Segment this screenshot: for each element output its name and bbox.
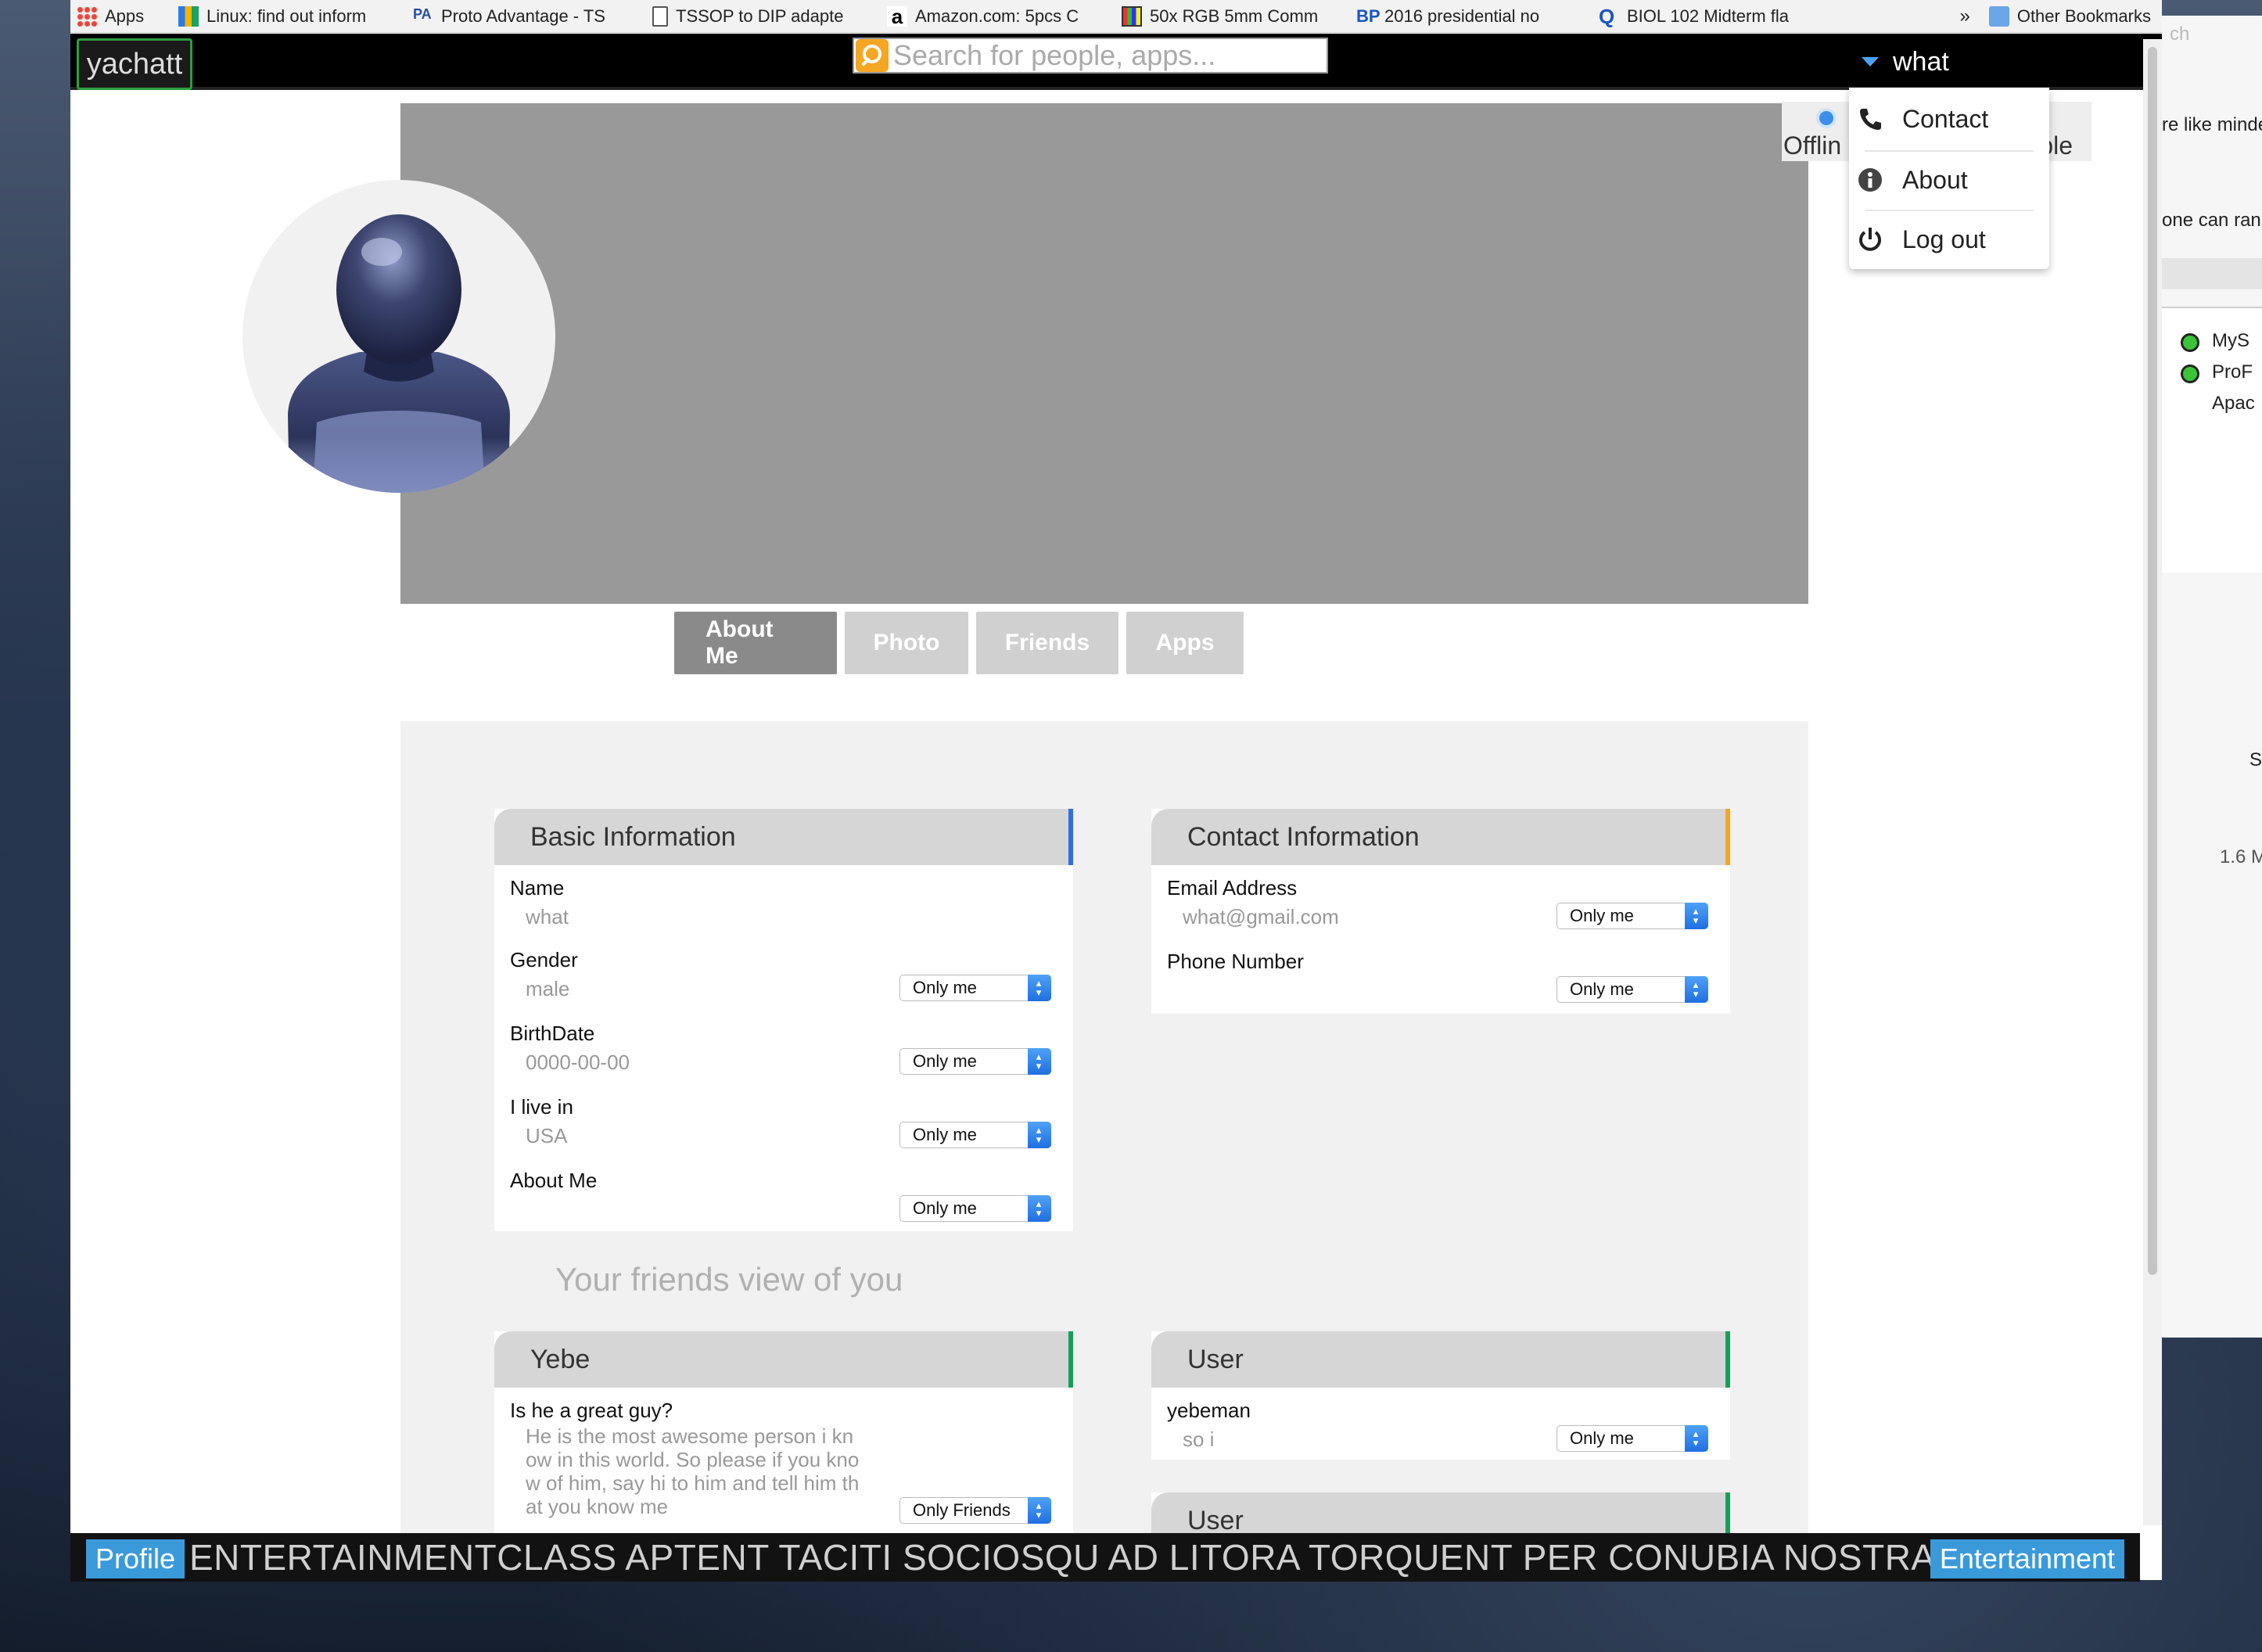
select-arrows-icon: ▴ ▾ xyxy=(1036,977,1042,998)
apps-grid-icon xyxy=(77,5,97,27)
tab-photo[interactable]: Photo xyxy=(845,612,968,674)
status-text: Offlin xyxy=(1783,131,1842,160)
bg-window-text: ProF xyxy=(2212,361,2253,382)
default-user-icon xyxy=(288,214,510,493)
card-title: Basic Information xyxy=(494,809,1073,865)
field-phone: Phone Number xyxy=(1167,950,1304,973)
caret-down-icon xyxy=(1862,57,1879,66)
bookmark-apps[interactable]: Apps xyxy=(70,0,172,33)
user-menu-toggle[interactable]: what xyxy=(1862,43,1949,81)
bg-window-text: one can rank xyxy=(2162,210,2262,231)
folder-icon xyxy=(1988,5,2009,27)
search-input[interactable] xyxy=(893,39,1316,72)
bookmark-biol[interactable]: Q BIOL 102 Midterm fla xyxy=(1592,0,1811,33)
friend-card-user: User yebeman so i Only me ▴ ▾ xyxy=(1151,1331,1730,1460)
background-window: ch re like minde one can rank MyS ProF A… xyxy=(2162,16,2262,1338)
search-icon[interactable] xyxy=(856,39,889,72)
pa-icon: PA xyxy=(413,5,432,22)
card-title: Yebe xyxy=(494,1331,1073,1388)
select-arrows-icon: ▴ ▾ xyxy=(1693,1428,1699,1449)
bookmark-grid-icon xyxy=(178,5,199,27)
page-scrollbar[interactable] xyxy=(2143,39,2162,1525)
bg-window-text: ch xyxy=(2170,23,2190,45)
document-icon xyxy=(652,5,668,27)
menu-item-contact[interactable]: Contact xyxy=(1849,89,2049,149)
profile-avatar[interactable] xyxy=(242,180,555,493)
select-arrows-icon: ▴ ▾ xyxy=(1693,979,1699,1000)
bookmark-tssop[interactable]: TSSOP to DIP adapte xyxy=(646,0,881,33)
tab-friends[interactable]: Friends xyxy=(976,612,1118,674)
menu-item-logout[interactable]: Log out xyxy=(1849,210,2049,269)
privacy-select-friend-answer[interactable]: Only Friends ▴ ▾ xyxy=(899,1497,1051,1524)
bg-window-text: MyS xyxy=(2212,330,2249,351)
privacy-select-friend[interactable]: Only me ▴ ▾ xyxy=(1556,1425,1708,1452)
select-arrows-icon: ▴ ▾ xyxy=(1036,1050,1042,1072)
scrollbar-thumb[interactable] xyxy=(2148,47,2157,1275)
bg-window-toolbar xyxy=(2162,258,2262,289)
online-status-icon[interactable] xyxy=(1816,108,1837,128)
contact-information-card: Contact Information Email Address what@g… xyxy=(1151,809,1730,1014)
bottom-ticker: Profile ENTERTAINMENTCLASS APTENT TACITI… xyxy=(70,1533,2140,1582)
tab-apps[interactable]: Apps xyxy=(1126,612,1244,674)
ticker-text: ENTERTAINMENTCLASS APTENT TACITI SOCIOSQ… xyxy=(189,1537,1946,1578)
shop-icon xyxy=(1122,5,1142,27)
ticker-profile-button[interactable]: Profile xyxy=(86,1539,185,1578)
privacy-select-phone[interactable]: Only me ▴ ▾ xyxy=(1556,976,1708,1003)
power-icon xyxy=(1857,226,1883,253)
status-light-icon xyxy=(2181,365,2199,383)
tab-about-me[interactable]: About Me xyxy=(674,612,837,674)
username: what xyxy=(1893,46,1949,77)
bg-window-text: 1.6 M xyxy=(2220,846,2262,867)
phone-icon xyxy=(1857,106,1883,132)
field-name: Name what xyxy=(510,876,569,928)
field-about-me: About Me xyxy=(510,1169,598,1192)
bookmark-presidential[interactable]: BP 2016 presidential no xyxy=(1350,0,1592,33)
select-arrows-icon: ▴ ▾ xyxy=(1693,905,1699,926)
select-arrows-icon: ▴ ▾ xyxy=(1036,1499,1042,1521)
select-arrows-icon: ▴ ▾ xyxy=(1036,1124,1042,1145)
bookmark-amazon[interactable]: a Amazon.com: 5pcs C xyxy=(881,0,1115,33)
privacy-select-about-me[interactable]: Only me ▴ ▾ xyxy=(899,1195,1051,1222)
ticker-entertainment-button[interactable]: Entertainment xyxy=(1930,1539,2124,1578)
info-icon xyxy=(1857,167,1883,193)
friends-view-heading: Your friends view of you xyxy=(555,1261,903,1298)
search-box xyxy=(853,38,1328,74)
select-arrows-icon: ▴ ▾ xyxy=(1036,1198,1042,1219)
bp-icon: BP xyxy=(1356,5,1381,26)
app-logo[interactable]: yachatt xyxy=(77,38,192,90)
app-navbar: yachatt what xyxy=(70,34,2162,90)
bg-window-text: Apac xyxy=(2212,393,2255,414)
basic-information-card: Basic Information Name what Gender male … xyxy=(494,809,1073,1231)
browser-window: Apps Linux: find out inform PA Proto Adv… xyxy=(70,0,2162,1580)
privacy-select-birthdate[interactable]: Only me ▴ ▾ xyxy=(899,1048,1051,1075)
privacy-select-location[interactable]: Only me ▴ ▾ xyxy=(899,1122,1051,1148)
bookmark-rgb[interactable]: 50x RGB 5mm Comm xyxy=(1115,0,1350,33)
profile-tabs: About Me Photo Friends Apps xyxy=(674,612,1244,674)
bg-window-text: S xyxy=(2249,749,2262,770)
amazon-icon: a xyxy=(887,5,907,27)
cover-photo[interactable] xyxy=(400,103,1808,604)
bookmark-proto-advantage[interactable]: PA Proto Advantage - TS xyxy=(407,0,646,33)
privacy-select-gender[interactable]: Only me ▴ ▾ xyxy=(899,975,1051,1001)
menu-item-about[interactable]: About xyxy=(1849,150,2049,210)
bookmark-linux[interactable]: Linux: find out inform xyxy=(172,0,407,33)
quizlet-icon: Q xyxy=(1599,4,1615,28)
privacy-select-email[interactable]: Only me ▴ ▾ xyxy=(1556,903,1708,929)
bookmark-other[interactable]: Other Bookmarks xyxy=(1983,0,2162,33)
card-title: Contact Information xyxy=(1151,809,1730,865)
bg-window-text: re like minde xyxy=(2162,114,2262,135)
bookmarks-bar: Apps Linux: find out inform PA Proto Adv… xyxy=(70,0,2162,33)
user-dropdown-menu: Contact About Log out xyxy=(1849,88,2049,269)
status-light-icon xyxy=(2181,333,2199,352)
bg-window-list: MyS ProF Apac xyxy=(2162,307,2262,573)
bookmarks-overflow-button[interactable]: » xyxy=(1947,0,1982,33)
card-title: User xyxy=(1151,1331,1730,1388)
friend-card-yebe: Yebe Is he a great guy? He is the most a… xyxy=(494,1331,1073,1535)
